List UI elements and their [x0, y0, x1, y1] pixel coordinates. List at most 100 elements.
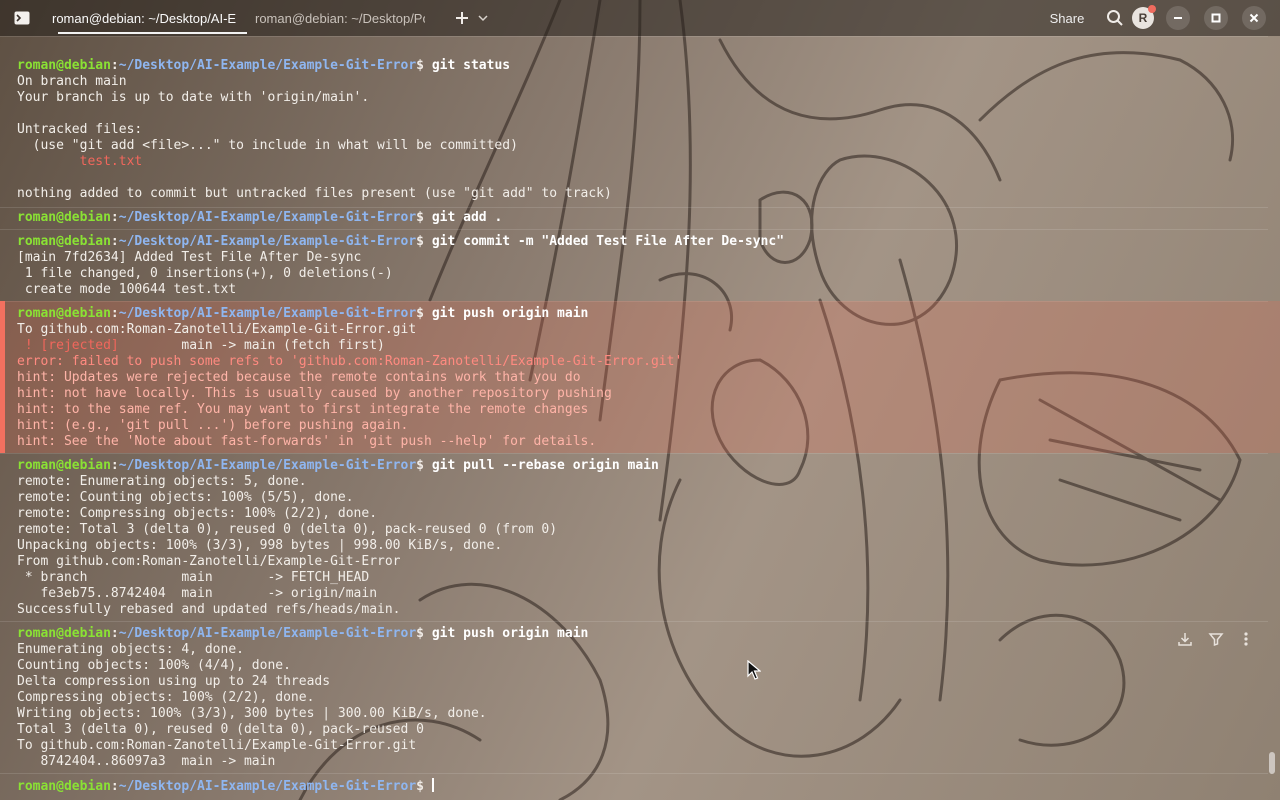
output-line: To github.com:Roman-Zanotelli/Example-Gi… — [17, 738, 417, 753]
command-text: git status — [431, 58, 511, 73]
output-line: Delta compression using up to 24 threads — [17, 674, 331, 689]
output-line: Successfully rebased and updated refs/he… — [17, 602, 401, 617]
chevron-down-icon[interactable] — [476, 8, 490, 28]
hint-line: hint: See the 'Note about fast-forwards'… — [17, 434, 597, 449]
close-icon[interactable] — [1242, 6, 1266, 30]
output-line: 8742404..86097a3 main -> main — [17, 754, 276, 769]
minimize-icon[interactable] — [1166, 6, 1190, 30]
prompt-colon: : — [110, 234, 119, 249]
output-line: 1 file changed, 0 insertions(+), 0 delet… — [17, 266, 393, 281]
rejected-tag: ! [rejected] — [17, 338, 119, 353]
prompt-path: ~/Desktop/AI-Example/Example-Git-Error — [118, 210, 417, 225]
command-text: git pull --rebase origin main — [431, 458, 659, 473]
prompt-path: ~/Desktop/AI-Example/Example-Git-Error — [118, 458, 417, 473]
maximize-icon[interactable] — [1204, 6, 1228, 30]
scrollbar-thumb[interactable] — [1269, 752, 1275, 774]
output-line: On branch main — [17, 74, 127, 89]
output-line: remote: Counting objects: 100% (5/5), do… — [17, 490, 354, 505]
output-line: Unpacking objects: 100% (3/3), 998 bytes… — [17, 538, 503, 553]
prompt-dollar: $ — [416, 458, 424, 473]
prompt-user: roman@debian — [17, 58, 111, 73]
hint-line: hint: (e.g., 'git pull ...') before push… — [17, 418, 409, 433]
mouse-pointer-icon — [747, 660, 761, 680]
output-line: Compressing objects: 100% (2/2), done. — [17, 690, 315, 705]
block-separator — [0, 621, 1268, 622]
block-separator — [0, 207, 1268, 208]
output-line: nothing added to commit but untracked fi… — [17, 186, 612, 201]
share-button[interactable]: Share — [1040, 8, 1094, 28]
prompt-path: ~/Desktop/AI-Example/Example-Git-Error — [118, 58, 417, 73]
error-indicator-bar — [0, 301, 5, 453]
command-text: git push origin main — [431, 306, 589, 321]
prompt-colon: : — [110, 626, 119, 641]
prompt-line: roman@debian:~/Desktop/AI-Example/Exampl… — [17, 458, 659, 474]
more-vertical-icon[interactable] — [1238, 628, 1254, 650]
terminal-app-icon[interactable] — [14, 8, 44, 28]
prompt-line: roman@debian:~/Desktop/AI-Example/Exampl… — [17, 210, 502, 226]
output-line: Counting objects: 100% (4/4), done. — [17, 658, 291, 673]
prompt-path: ~/Desktop/AI-Example/Example-Git-Error — [118, 306, 417, 321]
output-line: * branch main -> FETCH_HEAD — [17, 570, 370, 585]
prompt-dollar: $ — [416, 306, 424, 321]
title-bar: roman@debian: ~/Desktop/AI-E roman@debia… — [0, 0, 1280, 36]
prompt-user: roman@debian — [17, 779, 111, 794]
tab-inactive[interactable]: roman@debian: ~/Desktop/Por — [255, 0, 425, 36]
command-text: git add . — [431, 210, 503, 225]
output-line: Your branch is up to date with 'origin/m… — [17, 90, 370, 105]
terminal-window: roman@debian: ~/Desktop/AI-E roman@debia… — [0, 0, 1280, 800]
output-line: remote: Compressing objects: 100% (2/2),… — [17, 506, 378, 521]
output-line: Writing objects: 100% (3/3), 300 bytes |… — [17, 706, 487, 721]
command-text: git commit -m "Added Test File After De-… — [431, 234, 785, 249]
prompt-user: roman@debian — [17, 626, 111, 641]
prompt-dollar: $ — [416, 234, 424, 249]
active-prompt-line[interactable]: roman@debian:~/Desktop/AI-Example/Exampl… — [17, 778, 434, 794]
output-line: Untracked files: — [17, 122, 143, 137]
filter-icon[interactable] — [1207, 628, 1225, 650]
output-line: To github.com:Roman-Zanotelli/Example-Gi… — [17, 322, 417, 337]
block-separator — [0, 453, 1268, 454]
notification-dot — [1148, 5, 1156, 13]
output-line: remote: Total 3 (delta 0), reused 0 (del… — [17, 522, 558, 537]
prompt-path: ~/Desktop/AI-Example/Example-Git-Error — [118, 234, 417, 249]
prompt-colon: : — [110, 779, 119, 794]
hint-line: hint: not have locally. This is usually … — [17, 386, 612, 401]
search-icon[interactable] — [1104, 7, 1126, 29]
prompt-user: roman@debian — [17, 234, 111, 249]
prompt-dollar: $ — [416, 210, 424, 225]
rejected-detail: main -> main (fetch first) — [118, 338, 385, 353]
prompt-user: roman@debian — [17, 458, 111, 473]
prompt-path: ~/Desktop/AI-Example/Example-Git-Error — [118, 779, 417, 794]
prompt-user: roman@debian — [17, 210, 111, 225]
output-line: [main 7fd2634] Added Test File After De-… — [17, 250, 362, 265]
tab-label: roman@debian: ~/Desktop/AI-E — [52, 10, 237, 26]
prompt-line: roman@debian:~/Desktop/AI-Example/Exampl… — [17, 306, 588, 322]
output-line: create mode 100644 test.txt — [17, 282, 237, 297]
download-icon[interactable] — [1176, 628, 1194, 650]
command-text: git push origin main — [431, 626, 589, 641]
prompt-colon: : — [110, 306, 119, 321]
prompt-colon: : — [110, 458, 119, 473]
plus-icon[interactable] — [450, 8, 474, 28]
output-line: remote: Enumerating objects: 5, done. — [17, 474, 307, 489]
prompt-dollar: $ — [416, 779, 424, 794]
prompt-colon: : — [110, 210, 119, 225]
hint-line: hint: to the same ref. You may want to f… — [17, 402, 589, 417]
tab-label: roman@debian: ~/Desktop/Por — [255, 10, 425, 26]
prompt-path: ~/Desktop/AI-Example/Example-Git-Error — [118, 626, 417, 641]
output-line: fe3eb75..8742404 main -> origin/main — [17, 586, 378, 601]
block-separator — [0, 773, 1268, 774]
text-cursor — [431, 778, 434, 792]
prompt-dollar: $ — [416, 58, 424, 73]
terminal-output[interactable]: roman@debian:~/Desktop/AI-Example/Exampl… — [0, 36, 1280, 800]
output-line: (use "git add <file>..." to include in w… — [17, 138, 518, 153]
hint-line: hint: Updates were rejected because the … — [17, 370, 581, 385]
tab-active[interactable]: roman@debian: ~/Desktop/AI-E — [52, 0, 247, 36]
block-separator — [0, 229, 1268, 230]
output-line: Total 3 (delta 0), reused 0 (delta 0), p… — [17, 722, 424, 737]
untracked-file: test.txt — [17, 154, 143, 169]
prompt-line: roman@debian:~/Desktop/AI-Example/Exampl… — [17, 58, 510, 74]
prompt-line: roman@debian:~/Desktop/AI-Example/Exampl… — [17, 626, 588, 642]
prompt-user: roman@debian — [17, 306, 111, 321]
error-line: error: failed to push some refs to 'gith… — [17, 354, 683, 369]
output-line: From github.com:Roman-Zanotelli/Example-… — [17, 554, 401, 569]
